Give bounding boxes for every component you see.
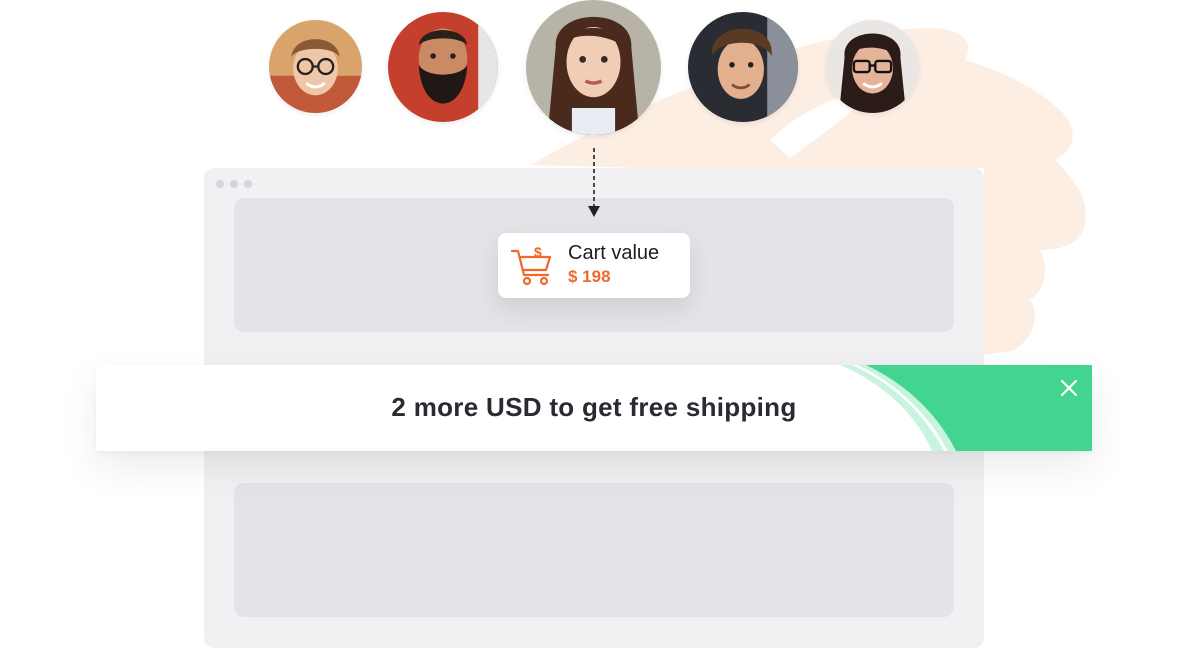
- window-dot: [244, 180, 252, 188]
- avatar-curly-hair-man: [688, 12, 798, 122]
- free-shipping-message: 2 more USD to get free shipping: [391, 392, 797, 422]
- window-dot: [216, 180, 224, 188]
- window-dot: [230, 180, 238, 188]
- avatar-bearded-man: [388, 12, 498, 122]
- cart-value-card: $ Cart value $ 198: [498, 233, 690, 298]
- cart-value-amount: $ 198: [568, 267, 611, 286]
- avatar-young-man-glasses: [269, 20, 362, 113]
- avatar-woman-glasses: [826, 20, 919, 113]
- free-shipping-banner: 2 more USD to get free shipping: [96, 365, 1092, 451]
- dashed-arrow-down-icon: [588, 148, 600, 217]
- window-controls: [216, 180, 252, 188]
- cart-dollar-icon: $: [510, 245, 552, 286]
- close-icon[interactable]: [1056, 375, 1082, 401]
- avatar-woman-center: [526, 0, 661, 135]
- stage: $ Cart value $ 198 2 more USD to get fre…: [0, 0, 1189, 648]
- cart-value-label: Cart value: [568, 242, 660, 264]
- svg-text:$: $: [534, 245, 542, 260]
- content-placeholder-bottom: [234, 483, 954, 617]
